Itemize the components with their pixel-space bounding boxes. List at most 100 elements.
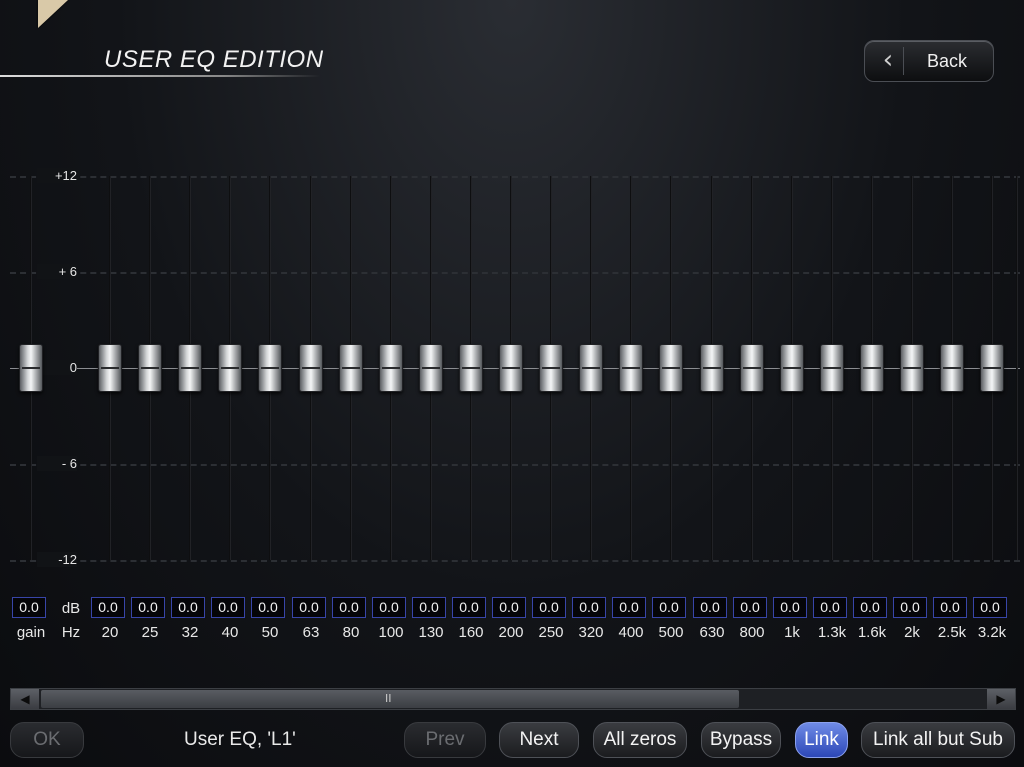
back-button[interactable]: ‹ Back: [864, 40, 994, 82]
db-unit-label: dB: [61, 600, 81, 617]
band-freq-label: 130: [418, 624, 444, 641]
grid-line: [10, 176, 1020, 178]
grid-line: [10, 272, 1020, 274]
band-32-slider-handle[interactable]: [178, 344, 202, 392]
band-80-slider-handle[interactable]: [339, 344, 363, 392]
gain-value-field[interactable]: 0.0: [12, 597, 46, 618]
gain-label: gain: [16, 624, 46, 641]
band-400-slider-handle[interactable]: [619, 344, 643, 392]
band-freq-label: 100: [378, 624, 404, 641]
band-1k-value-field[interactable]: 0.0: [773, 597, 807, 618]
band-40-slider-handle[interactable]: [218, 344, 242, 392]
band-100-value-field[interactable]: 0.0: [372, 597, 406, 618]
band-130-slider-handle[interactable]: [419, 344, 443, 392]
ok-button[interactable]: OK: [10, 722, 84, 758]
band-freq-label: 400: [618, 624, 644, 641]
next-button[interactable]: Next: [499, 722, 579, 758]
band-250-slider-handle[interactable]: [539, 344, 563, 392]
band-freq-label: 50: [261, 624, 279, 641]
band-200-value-field[interactable]: 0.0: [492, 597, 526, 618]
band-2.5k-value-field[interactable]: 0.0: [933, 597, 967, 618]
band-freq-label: 1.6k: [857, 624, 887, 641]
band-400-value-field[interactable]: 0.0: [612, 597, 646, 618]
band-63-value-field[interactable]: 0.0: [292, 597, 326, 618]
bypass-button[interactable]: Bypass: [701, 722, 781, 758]
band-next-track[interactable]: [1016, 176, 1018, 560]
band-20-slider-handle[interactable]: [98, 344, 122, 392]
band-160-value-field[interactable]: 0.0: [452, 597, 486, 618]
band-50-slider-handle[interactable]: [258, 344, 282, 392]
band-800-value-field[interactable]: 0.0: [733, 597, 767, 618]
band-2.5k-slider-handle[interactable]: [940, 344, 964, 392]
band-freq-label: 40: [221, 624, 239, 641]
band-3.2k-slider-handle[interactable]: [980, 344, 1004, 392]
band-1.3k-value-field[interactable]: 0.0: [813, 597, 847, 618]
hz-unit-label: Hz: [61, 624, 81, 641]
db-scale-label: - 6: [37, 456, 77, 471]
band-freq-label: 2k: [904, 624, 920, 641]
db-scale-label: + 6: [37, 264, 77, 279]
band-freq-label: 800: [739, 624, 765, 641]
all-zeros-button[interactable]: All zeros: [593, 722, 687, 758]
band-3.2k-value-field[interactable]: 0.0: [973, 597, 1007, 618]
band-freq-label: 320: [578, 624, 604, 641]
chevron-left-icon: ‹: [873, 47, 904, 75]
band-200-slider-handle[interactable]: [499, 344, 523, 392]
band-320-slider-handle[interactable]: [579, 344, 603, 392]
band-160-slider-handle[interactable]: [459, 344, 483, 392]
band-40-value-field[interactable]: 0.0: [211, 597, 245, 618]
title-underline: [0, 75, 320, 77]
band-freq-label: 160: [458, 624, 484, 641]
band-freq-label: 25: [141, 624, 159, 641]
band-20-value-field[interactable]: 0.0: [91, 597, 125, 618]
band-1.6k-slider-handle[interactable]: [860, 344, 884, 392]
horizontal-scrollbar[interactable]: ◀ II ▶: [10, 688, 1016, 710]
band-50-value-field[interactable]: 0.0: [251, 597, 285, 618]
band-80-value-field[interactable]: 0.0: [332, 597, 366, 618]
band-freq-label: 1k: [784, 624, 800, 641]
gain-slider-handle[interactable]: [19, 344, 43, 392]
band-500-slider-handle[interactable]: [659, 344, 683, 392]
band-100-slider-handle[interactable]: [379, 344, 403, 392]
grid-line: [10, 560, 1020, 562]
band-freq-label: 80: [342, 624, 360, 641]
band-320-value-field[interactable]: 0.0: [572, 597, 606, 618]
link-button[interactable]: Link: [795, 722, 848, 758]
scroll-right-arrow-icon[interactable]: ▶: [987, 689, 1015, 709]
band-630-slider-handle[interactable]: [700, 344, 724, 392]
prev-button[interactable]: Prev: [404, 722, 486, 758]
scrollbar-thumb[interactable]: II: [41, 690, 739, 708]
band-800-slider-handle[interactable]: [740, 344, 764, 392]
db-scale-label: 0: [37, 360, 77, 375]
band-250-value-field[interactable]: 0.0: [532, 597, 566, 618]
link-all-but-sub-button[interactable]: Link all but Sub: [861, 722, 1015, 758]
band-freq-label: 1.3k: [817, 624, 847, 641]
band-freq-label: 63: [302, 624, 320, 641]
band-1.3k-slider-handle[interactable]: [820, 344, 844, 392]
band-130-value-field[interactable]: 0.0: [412, 597, 446, 618]
db-scale-label: +12: [37, 168, 77, 183]
band-2k-slider-handle[interactable]: [900, 344, 924, 392]
scroll-left-arrow-icon[interactable]: ◀: [11, 689, 39, 709]
band-freq-label: 500: [658, 624, 684, 641]
band-500-value-field[interactable]: 0.0: [652, 597, 686, 618]
band-freq-label: 630: [699, 624, 725, 641]
band-1.6k-value-field[interactable]: 0.0: [853, 597, 887, 618]
band-freq-label: 3.2k: [977, 624, 1007, 641]
band-freq-label: 2.5k: [937, 624, 967, 641]
page-title: USER EQ EDITION: [104, 46, 324, 73]
eq-status-text: User EQ, 'L1': [184, 729, 296, 750]
band-630-value-field[interactable]: 0.0: [693, 597, 727, 618]
band-1k-slider-handle[interactable]: [780, 344, 804, 392]
back-button-label: Back: [927, 51, 968, 71]
scrollbar-grip: II: [385, 692, 392, 705]
band-63-slider-handle[interactable]: [299, 344, 323, 392]
band-25-slider-handle[interactable]: [138, 344, 162, 392]
band-freq-label: 20: [101, 624, 119, 641]
band-25-value-field[interactable]: 0.0: [131, 597, 165, 618]
band-freq-label: 250: [538, 624, 564, 641]
band-32-value-field[interactable]: 0.0: [171, 597, 205, 618]
band-2k-value-field[interactable]: 0.0: [893, 597, 927, 618]
band-freq-label: 200: [498, 624, 524, 641]
db-scale-label: -12: [37, 552, 77, 567]
